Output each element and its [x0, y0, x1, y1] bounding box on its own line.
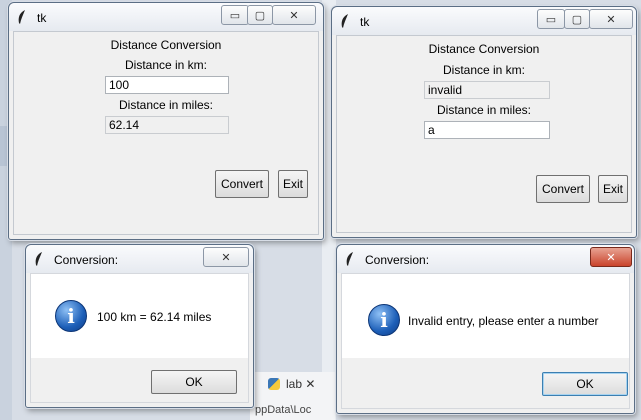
miles-label: Distance in miles:: [436, 103, 532, 117]
title-bar[interactable]: tk ▭ ▢ ✕: [332, 7, 636, 35]
exit-button[interactable]: Exit: [278, 170, 308, 198]
feather-icon: [35, 252, 42, 266]
miles-label: Distance in miles:: [118, 98, 214, 112]
convert-button[interactable]: Convert: [536, 175, 590, 203]
minimize-button[interactable]: ▭: [537, 9, 565, 29]
close-button[interactable]: ✕: [203, 247, 249, 267]
background-tab-lab[interactable]: lab ✕: [268, 377, 315, 391]
info-icon: i: [368, 304, 400, 336]
close-button[interactable]: ✕: [590, 247, 632, 267]
close-button[interactable]: ✕: [272, 5, 316, 25]
dialog-client-area: i Invalid entry, please enter a number O…: [341, 273, 630, 409]
conversion-result-dialog: Conversion: ✕ i 100 km = 62.14 miles OK: [25, 244, 254, 408]
ok-button[interactable]: OK: [542, 372, 628, 396]
feather-icon: [346, 252, 353, 266]
button-area: OK: [342, 358, 629, 408]
km-label: Distance in km:: [124, 58, 208, 72]
conversion-error-dialog: Conversion: ✕ i Invalid entry, please en…: [336, 244, 635, 414]
window-title: tk: [360, 15, 370, 29]
tk-window-valid: tk ▭ ▢ ✕ Distance Conversion Distance in…: [8, 2, 324, 240]
message-text: Invalid entry, please enter a number: [408, 314, 599, 328]
background-tab-label: lab: [286, 377, 303, 391]
background-path-text: ppData\Loc: [255, 404, 312, 416]
miles-input[interactable]: a: [424, 121, 550, 139]
python-file-icon: [268, 378, 280, 390]
window-client-area: Distance Conversion Distance in km: inva…: [336, 35, 632, 233]
dialog-client-area: i 100 km = 62.14 miles OK: [30, 273, 249, 403]
message-area: i Invalid entry, please enter a number: [342, 274, 629, 358]
convert-button[interactable]: Convert: [215, 170, 269, 198]
feather-icon: [18, 10, 25, 24]
feather-icon: [341, 14, 348, 28]
ok-button[interactable]: OK: [151, 370, 237, 394]
minimize-button[interactable]: ▭: [221, 5, 249, 25]
km-input[interactable]: 100: [105, 76, 229, 94]
miles-output[interactable]: 62.14: [105, 116, 229, 134]
window-title: tk: [37, 11, 47, 25]
maximize-button[interactable]: ▢: [564, 9, 590, 29]
title-bar[interactable]: Conversion: ✕: [26, 245, 253, 273]
title-bar[interactable]: Conversion: ✕: [337, 245, 634, 273]
button-area: OK: [31, 358, 248, 402]
heading-label: Distance Conversion: [110, 38, 222, 52]
dialog-title: Conversion:: [365, 253, 430, 267]
window-client-area: Distance Conversion Distance in km: 100 …: [13, 31, 319, 235]
tk-window-invalid: tk ▭ ▢ ✕ Distance Conversion Distance in…: [331, 6, 637, 238]
km-input[interactable]: invalid: [424, 81, 550, 99]
heading-label: Distance Conversion: [428, 42, 540, 56]
message-text: 100 km = 62.14 miles: [97, 310, 212, 324]
km-label: Distance in km:: [442, 63, 526, 77]
exit-button[interactable]: Exit: [598, 175, 628, 203]
dialog-title: Conversion:: [54, 253, 119, 267]
close-button[interactable]: ✕: [589, 9, 633, 29]
info-icon: i: [55, 300, 87, 332]
maximize-button[interactable]: ▢: [247, 5, 273, 25]
title-bar[interactable]: tk ▭ ▢ ✕: [9, 3, 323, 31]
message-area: i 100 km = 62.14 miles: [31, 274, 248, 358]
